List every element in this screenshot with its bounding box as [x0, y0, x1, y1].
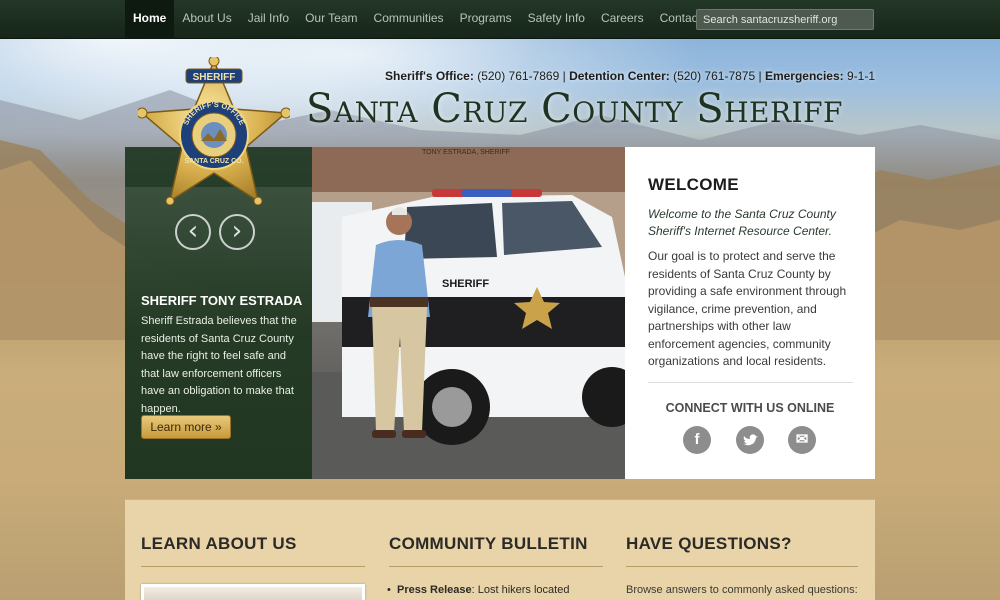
- community-bulletin-title: COMMUNITY BULLETIN: [389, 534, 588, 553]
- slider-prev-button[interactable]: ‹: [175, 214, 211, 250]
- top-navigation-bar: Home About Us Jail Info Our Team Communi…: [0, 0, 1000, 39]
- detention-phone[interactable]: (520) 761-7875: [673, 69, 755, 83]
- questions-text: Browse answers to commonly asked questio…: [626, 584, 858, 596]
- slide-heading: SHERIFF TONY ESTRADA: [141, 293, 303, 308]
- nav-item-our-team[interactable]: Our Team: [297, 0, 365, 39]
- nav-item-safety-info[interactable]: Safety Info: [520, 0, 593, 39]
- photo-sign-text: TONY ESTRADA, SHERIFF: [422, 149, 511, 156]
- sheriff-office-phone[interactable]: (520) 761-7869: [477, 69, 559, 83]
- welcome-intro: Welcome to the Santa Cruz County Sheriff…: [648, 207, 836, 238]
- sheriff-vehicle-illustration: SHERIFF: [312, 147, 625, 479]
- search-input[interactable]: [696, 9, 874, 30]
- divider: [141, 566, 365, 567]
- twitter-bird-glyph: [743, 434, 758, 446]
- divider: [389, 566, 603, 567]
- nav-item-careers[interactable]: Careers: [593, 0, 652, 39]
- divider: [648, 382, 853, 383]
- learn-about-us-title: LEARN ABOUT US: [141, 534, 297, 553]
- email-icon[interactable]: ✉: [788, 426, 816, 454]
- learn-more-button[interactable]: Learn more »: [141, 415, 231, 439]
- welcome-panel: WELCOME Welcome to the Santa Cruz County…: [625, 147, 875, 479]
- nav-item-communities[interactable]: Communities: [366, 0, 452, 39]
- info-panel: LEARN ABOUT US COMMUNITY BULLETIN Press …: [125, 499, 875, 600]
- vehicle-text: SHERIFF: [442, 278, 489, 290]
- nav-item-programs[interactable]: Programs: [452, 0, 520, 39]
- facebook-icon[interactable]: f: [683, 426, 711, 454]
- learn-about-us-image[interactable]: [141, 584, 365, 600]
- sheriff-badge-logo[interactable]: SHERIFF SHERIFF'S OFFICE SANTA CRUZ CO.: [138, 57, 290, 205]
- slider-next-button[interactable]: ›: [219, 214, 255, 250]
- have-questions-title: HAVE QUESTIONS?: [626, 534, 792, 553]
- badge-top-text: SHERIFF: [193, 72, 236, 83]
- bulletin-list-item[interactable]: Press Release: Lost hikers located: [387, 584, 570, 596]
- slide-description: Sheriff Estrada believes that the reside…: [141, 315, 297, 415]
- contact-numbers: Sheriff's Office: (520) 761-7869 | Deten…: [384, 69, 875, 83]
- detention-label: Detention Center:: [569, 69, 670, 83]
- bulletin-item-label: Press Release: [397, 584, 472, 596]
- bulletin-item-text: : Lost hikers located: [471, 584, 570, 596]
- emergencies-label: Emergencies:: [764, 69, 844, 83]
- badge-bottom-text: SANTA CRUZ CO.: [184, 158, 243, 165]
- main-nav: Home About Us Jail Info Our Team Communi…: [125, 0, 727, 39]
- site-title[interactable]: Santa Cruz County Sheriff: [306, 86, 876, 132]
- sheriff-office-label: Sheriff's Office:: [384, 69, 474, 83]
- sheriff-photo: SHERIFF TONY ESTRADA, SHERIFF: [312, 147, 625, 479]
- divider: [626, 566, 858, 567]
- welcome-body: Our goal is to protect and serve the res…: [648, 249, 847, 368]
- connect-title: CONNECT WITH US ONLINE: [665, 401, 835, 415]
- twitter-icon[interactable]: [736, 426, 764, 454]
- emergencies-phone[interactable]: 9-1-1: [847, 69, 875, 83]
- nav-item-home[interactable]: Home: [125, 0, 175, 39]
- nav-item-about-us[interactable]: About Us: [174, 0, 239, 39]
- nav-item-jail-info[interactable]: Jail Info: [240, 0, 297, 39]
- welcome-title: WELCOME: [648, 175, 739, 194]
